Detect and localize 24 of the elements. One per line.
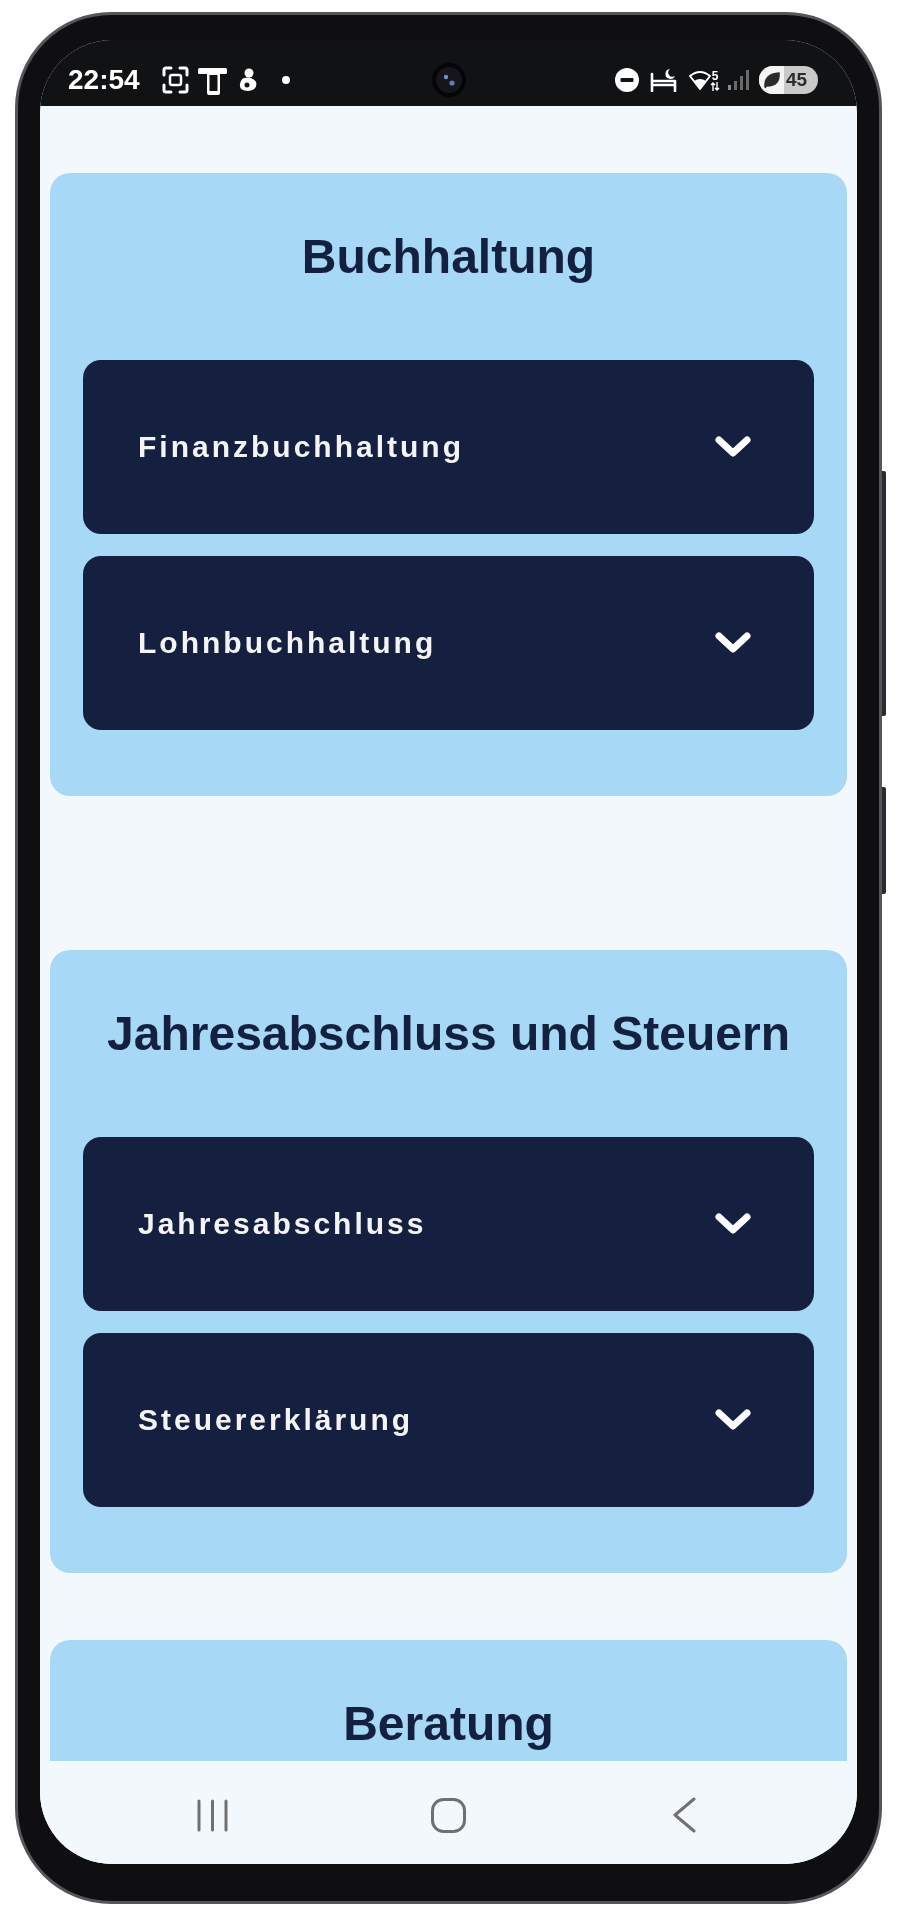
section-title: Jahresabschluss und Steuern bbox=[106, 1006, 791, 1062]
wifi-icon bbox=[689, 70, 711, 90]
data-arrows-icon bbox=[710, 81, 720, 91]
front-camera-icon bbox=[431, 63, 466, 97]
leaf-icon bbox=[759, 66, 784, 94]
screenshot-icon bbox=[161, 66, 189, 94]
accordion-item[interactable]: Jahresabschluss bbox=[83, 1137, 814, 1311]
clock-time: 22:54 bbox=[68, 64, 140, 96]
section-title: Buchhaltung bbox=[300, 229, 597, 285]
wifi-standard-label: 5 bbox=[711, 69, 719, 82]
home-icon[interactable] bbox=[431, 1797, 466, 1833]
back-icon[interactable] bbox=[673, 1797, 696, 1833]
device-icon bbox=[197, 65, 227, 95]
figure-icon bbox=[237, 68, 258, 92]
recent-apps-icon[interactable] bbox=[196, 1798, 229, 1832]
bed-icon bbox=[650, 68, 677, 92]
battery-percent: 45 bbox=[786, 69, 808, 91]
do-not-disturb-icon bbox=[615, 68, 639, 92]
notification-dot-icon bbox=[281, 76, 290, 84]
signal-icon bbox=[728, 70, 749, 90]
section-title: Beratung bbox=[342, 1696, 555, 1752]
accordion-item[interactable]: Finanzbuchhaltung bbox=[83, 360, 814, 534]
accordion-item[interactable]: Steuererklärung bbox=[83, 1333, 814, 1507]
accordion-item[interactable]: Lohnbuchhaltung bbox=[83, 556, 814, 730]
